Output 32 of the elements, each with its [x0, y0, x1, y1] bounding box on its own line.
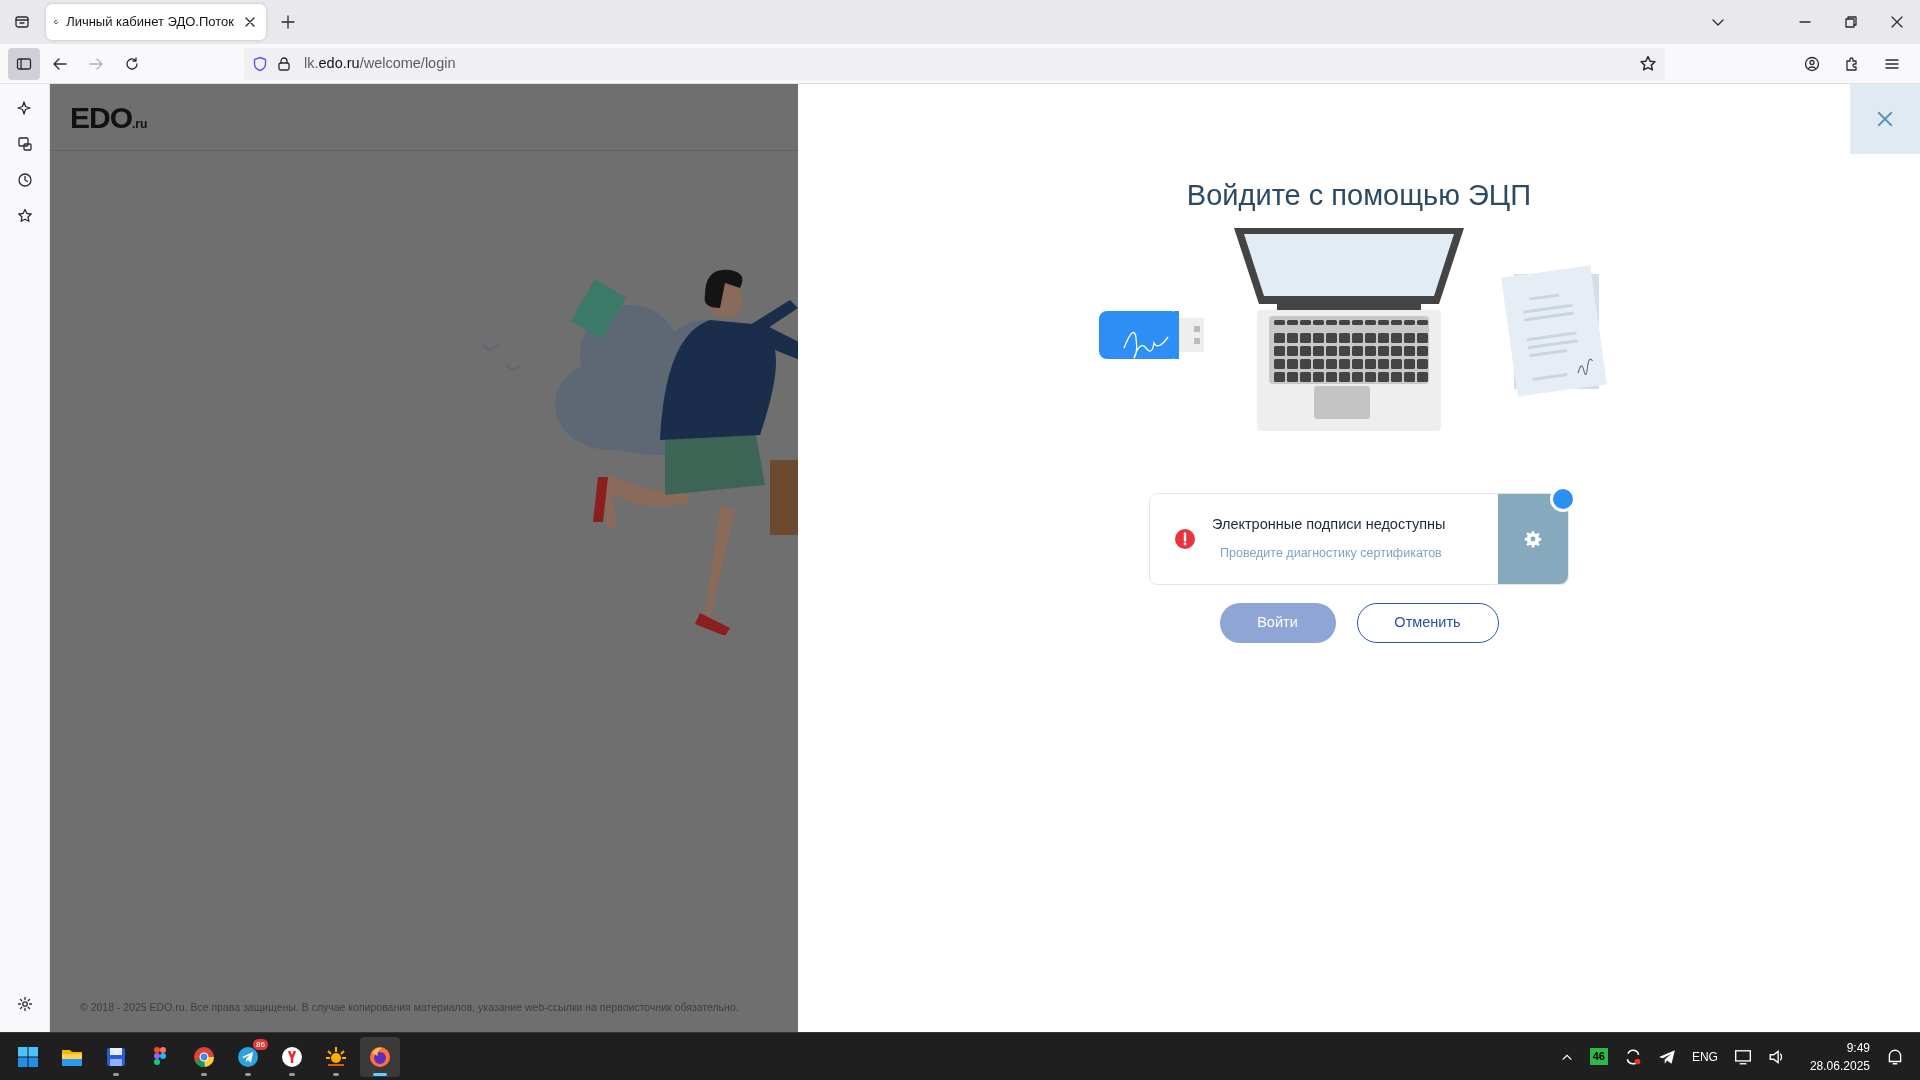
address-bar[interactable]: lk.edo.ru/welcome/login — [244, 47, 1665, 80]
logo: EDO — [70, 99, 132, 136]
dialog-title: Войдите с помощью ЭЦП — [1186, 178, 1532, 213]
paper-plane-icon[interactable] — [1657, 1047, 1676, 1066]
sun-icon — [324, 1044, 348, 1069]
alert-title: Электронные подписи недоступны — [1212, 515, 1446, 535]
settings-button[interactable] — [1498, 493, 1568, 584]
yandex-icon — [280, 1044, 304, 1069]
sidebar-toggle-icon[interactable] — [8, 47, 40, 80]
taskbar-app[interactable] — [360, 1036, 400, 1077]
start-icon — [16, 1044, 40, 1069]
url-text: lk.edo.ru/welcome/login — [304, 53, 456, 73]
notification-badge: 86 — [253, 1038, 268, 1050]
firefox-icon — [368, 1044, 392, 1069]
logo-suffix: .ru — [132, 116, 148, 133]
notification-icon[interactable] — [1886, 1047, 1904, 1066]
clock-date[interactable]: 28.06.2025 — [1809, 1056, 1870, 1075]
language-indicator[interactable]: ENG — [1691, 1047, 1718, 1066]
gear-icon — [1524, 529, 1542, 548]
chrome-icon — [192, 1044, 216, 1069]
browser-tab[interactable]: Личный кабинет ЭДО.Поток — [46, 4, 266, 40]
shield-icon — [252, 55, 268, 72]
monitor-icon[interactable] — [1733, 1047, 1752, 1066]
cancel-button[interactable]: Отменить — [1356, 602, 1499, 643]
taskbar-app[interactable]: 86 — [228, 1036, 268, 1077]
bookmark-star-icon[interactable] — [1639, 54, 1657, 73]
error-icon — [1174, 527, 1196, 550]
close-icon — [1876, 110, 1894, 128]
clock-time[interactable]: 9:49 — [1846, 1038, 1870, 1057]
counter-badge: 46 — [1589, 1048, 1608, 1065]
tab-title: Личный кабинет ЭДО.Поток — [66, 13, 234, 32]
lock-icon — [276, 55, 292, 72]
